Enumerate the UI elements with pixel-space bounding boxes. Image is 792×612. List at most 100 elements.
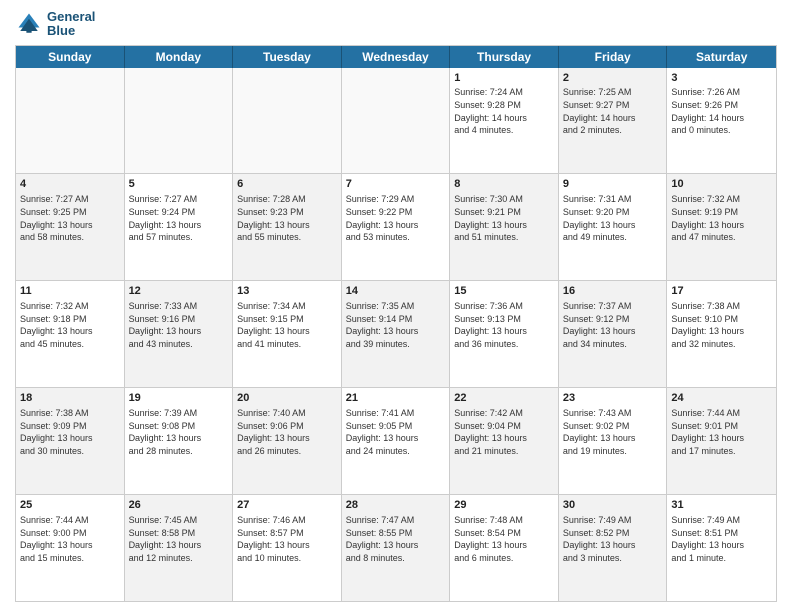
empty-cell <box>233 68 342 174</box>
day-cell-7: 7Sunrise: 7:29 AMSunset: 9:22 PMDaylight… <box>342 174 451 280</box>
weekday-header-sunday: Sunday <box>16 46 125 68</box>
day-number: 25 <box>20 498 120 513</box>
day-info: Sunrise: 7:26 AMSunset: 9:26 PMDaylight:… <box>671 86 772 136</box>
logo: General Blue <box>15 10 95 39</box>
day-info: Sunrise: 7:48 AMSunset: 8:54 PMDaylight:… <box>454 514 554 564</box>
day-cell-5: 5Sunrise: 7:27 AMSunset: 9:24 PMDaylight… <box>125 174 234 280</box>
logo-icon <box>15 10 43 38</box>
day-number: 21 <box>346 391 446 406</box>
day-number: 6 <box>237 177 337 192</box>
calendar: SundayMondayTuesdayWednesdayThursdayFrid… <box>15 45 777 602</box>
calendar-row-3: 11Sunrise: 7:32 AMSunset: 9:18 PMDayligh… <box>16 280 776 387</box>
weekday-header-tuesday: Tuesday <box>233 46 342 68</box>
day-number: 18 <box>20 391 120 406</box>
header: General Blue <box>15 10 777 39</box>
day-info: Sunrise: 7:44 AMSunset: 9:00 PMDaylight:… <box>20 514 120 564</box>
day-number: 2 <box>563 71 663 86</box>
day-cell-14: 14Sunrise: 7:35 AMSunset: 9:14 PMDayligh… <box>342 281 451 387</box>
weekday-header-friday: Friday <box>559 46 668 68</box>
day-info: Sunrise: 7:27 AMSunset: 9:25 PMDaylight:… <box>20 193 120 243</box>
day-number: 29 <box>454 498 554 513</box>
day-info: Sunrise: 7:32 AMSunset: 9:18 PMDaylight:… <box>20 300 120 350</box>
day-info: Sunrise: 7:33 AMSunset: 9:16 PMDaylight:… <box>129 300 229 350</box>
day-info: Sunrise: 7:43 AMSunset: 9:02 PMDaylight:… <box>563 407 663 457</box>
day-info: Sunrise: 7:38 AMSunset: 9:10 PMDaylight:… <box>671 300 772 350</box>
day-number: 19 <box>129 391 229 406</box>
day-cell-15: 15Sunrise: 7:36 AMSunset: 9:13 PMDayligh… <box>450 281 559 387</box>
day-cell-9: 9Sunrise: 7:31 AMSunset: 9:20 PMDaylight… <box>559 174 668 280</box>
day-cell-17: 17Sunrise: 7:38 AMSunset: 9:10 PMDayligh… <box>667 281 776 387</box>
calendar-header: SundayMondayTuesdayWednesdayThursdayFrid… <box>16 46 776 68</box>
day-number: 15 <box>454 284 554 299</box>
day-info: Sunrise: 7:31 AMSunset: 9:20 PMDaylight:… <box>563 193 663 243</box>
day-info: Sunrise: 7:39 AMSunset: 9:08 PMDaylight:… <box>129 407 229 457</box>
weekday-header-monday: Monday <box>125 46 234 68</box>
page: General Blue SundayMondayTuesdayWednesda… <box>0 0 792 612</box>
day-number: 23 <box>563 391 663 406</box>
day-cell-3: 3Sunrise: 7:26 AMSunset: 9:26 PMDaylight… <box>667 68 776 174</box>
day-info: Sunrise: 7:29 AMSunset: 9:22 PMDaylight:… <box>346 193 446 243</box>
empty-cell <box>125 68 234 174</box>
day-number: 13 <box>237 284 337 299</box>
day-number: 8 <box>454 177 554 192</box>
day-info: Sunrise: 7:32 AMSunset: 9:19 PMDaylight:… <box>671 193 772 243</box>
day-cell-27: 27Sunrise: 7:46 AMSunset: 8:57 PMDayligh… <box>233 495 342 601</box>
weekday-header-wednesday: Wednesday <box>342 46 451 68</box>
day-info: Sunrise: 7:49 AMSunset: 8:52 PMDaylight:… <box>563 514 663 564</box>
day-cell-21: 21Sunrise: 7:41 AMSunset: 9:05 PMDayligh… <box>342 388 451 494</box>
day-number: 10 <box>671 177 772 192</box>
day-number: 20 <box>237 391 337 406</box>
day-info: Sunrise: 7:44 AMSunset: 9:01 PMDaylight:… <box>671 407 772 457</box>
day-number: 17 <box>671 284 772 299</box>
empty-cell <box>342 68 451 174</box>
calendar-row-5: 25Sunrise: 7:44 AMSunset: 9:00 PMDayligh… <box>16 494 776 601</box>
day-number: 4 <box>20 177 120 192</box>
day-number: 24 <box>671 391 772 406</box>
day-cell-8: 8Sunrise: 7:30 AMSunset: 9:21 PMDaylight… <box>450 174 559 280</box>
day-info: Sunrise: 7:38 AMSunset: 9:09 PMDaylight:… <box>20 407 120 457</box>
day-cell-13: 13Sunrise: 7:34 AMSunset: 9:15 PMDayligh… <box>233 281 342 387</box>
calendar-row-1: 1Sunrise: 7:24 AMSunset: 9:28 PMDaylight… <box>16 68 776 174</box>
day-cell-11: 11Sunrise: 7:32 AMSunset: 9:18 PMDayligh… <box>16 281 125 387</box>
day-number: 22 <box>454 391 554 406</box>
day-info: Sunrise: 7:41 AMSunset: 9:05 PMDaylight:… <box>346 407 446 457</box>
day-number: 5 <box>129 177 229 192</box>
day-number: 9 <box>563 177 663 192</box>
day-number: 14 <box>346 284 446 299</box>
day-cell-6: 6Sunrise: 7:28 AMSunset: 9:23 PMDaylight… <box>233 174 342 280</box>
day-cell-28: 28Sunrise: 7:47 AMSunset: 8:55 PMDayligh… <box>342 495 451 601</box>
day-info: Sunrise: 7:49 AMSunset: 8:51 PMDaylight:… <box>671 514 772 564</box>
day-info: Sunrise: 7:34 AMSunset: 9:15 PMDaylight:… <box>237 300 337 350</box>
day-info: Sunrise: 7:37 AMSunset: 9:12 PMDaylight:… <box>563 300 663 350</box>
empty-cell <box>16 68 125 174</box>
day-number: 28 <box>346 498 446 513</box>
day-info: Sunrise: 7:45 AMSunset: 8:58 PMDaylight:… <box>129 514 229 564</box>
day-info: Sunrise: 7:25 AMSunset: 9:27 PMDaylight:… <box>563 86 663 136</box>
day-cell-2: 2Sunrise: 7:25 AMSunset: 9:27 PMDaylight… <box>559 68 668 174</box>
day-cell-23: 23Sunrise: 7:43 AMSunset: 9:02 PMDayligh… <box>559 388 668 494</box>
day-number: 31 <box>671 498 772 513</box>
day-cell-30: 30Sunrise: 7:49 AMSunset: 8:52 PMDayligh… <box>559 495 668 601</box>
day-cell-20: 20Sunrise: 7:40 AMSunset: 9:06 PMDayligh… <box>233 388 342 494</box>
day-info: Sunrise: 7:46 AMSunset: 8:57 PMDaylight:… <box>237 514 337 564</box>
day-number: 30 <box>563 498 663 513</box>
day-info: Sunrise: 7:36 AMSunset: 9:13 PMDaylight:… <box>454 300 554 350</box>
day-number: 27 <box>237 498 337 513</box>
weekday-header-thursday: Thursday <box>450 46 559 68</box>
day-cell-16: 16Sunrise: 7:37 AMSunset: 9:12 PMDayligh… <box>559 281 668 387</box>
day-info: Sunrise: 7:30 AMSunset: 9:21 PMDaylight:… <box>454 193 554 243</box>
day-cell-1: 1Sunrise: 7:24 AMSunset: 9:28 PMDaylight… <box>450 68 559 174</box>
day-cell-26: 26Sunrise: 7:45 AMSunset: 8:58 PMDayligh… <box>125 495 234 601</box>
day-info: Sunrise: 7:27 AMSunset: 9:24 PMDaylight:… <box>129 193 229 243</box>
day-cell-19: 19Sunrise: 7:39 AMSunset: 9:08 PMDayligh… <box>125 388 234 494</box>
day-cell-10: 10Sunrise: 7:32 AMSunset: 9:19 PMDayligh… <box>667 174 776 280</box>
day-number: 7 <box>346 177 446 192</box>
day-cell-18: 18Sunrise: 7:38 AMSunset: 9:09 PMDayligh… <box>16 388 125 494</box>
calendar-row-2: 4Sunrise: 7:27 AMSunset: 9:25 PMDaylight… <box>16 173 776 280</box>
day-cell-24: 24Sunrise: 7:44 AMSunset: 9:01 PMDayligh… <box>667 388 776 494</box>
day-cell-31: 31Sunrise: 7:49 AMSunset: 8:51 PMDayligh… <box>667 495 776 601</box>
day-number: 12 <box>129 284 229 299</box>
weekday-header-saturday: Saturday <box>667 46 776 68</box>
calendar-row-4: 18Sunrise: 7:38 AMSunset: 9:09 PMDayligh… <box>16 387 776 494</box>
day-number: 26 <box>129 498 229 513</box>
